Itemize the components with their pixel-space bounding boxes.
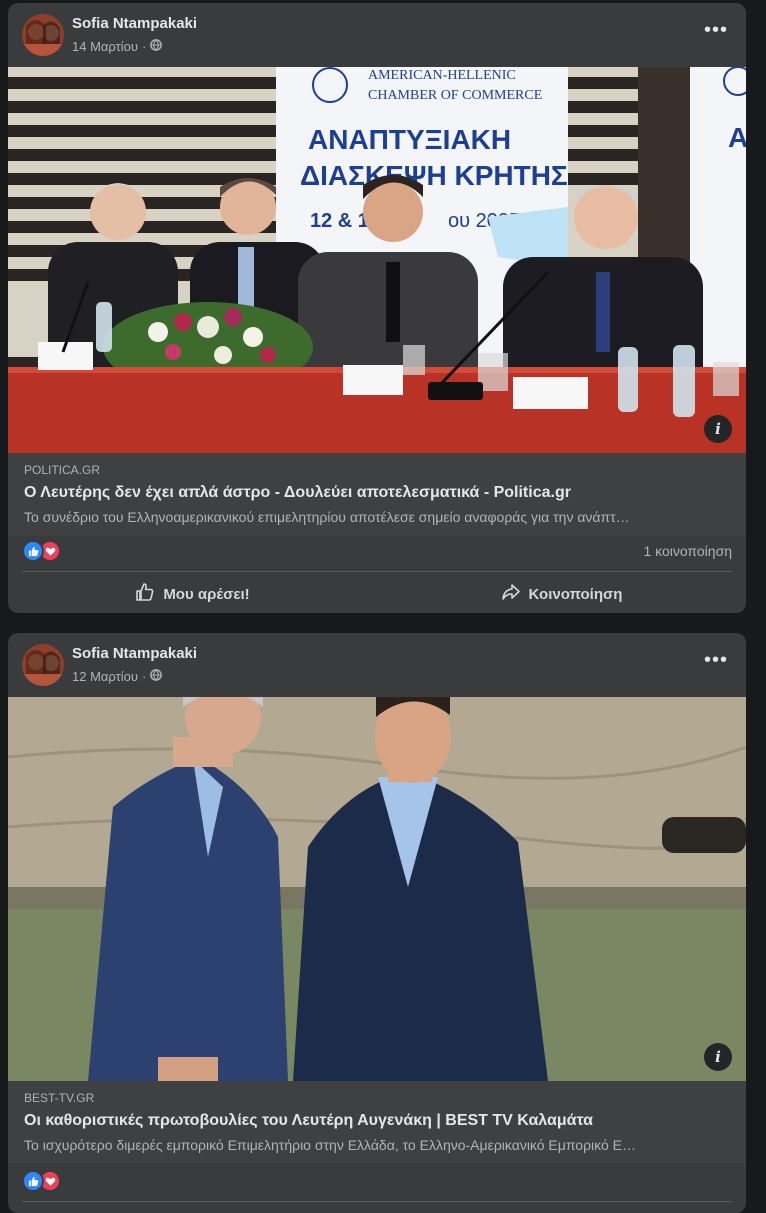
separator-dot: · — [142, 39, 147, 54]
globe-icon — [150, 39, 163, 54]
link-preview[interactable]: BEST-TV.GR Οι καθοριστικές πρωτοβουλίες … — [8, 1081, 746, 1163]
like-button[interactable]: Μου αρέσει! — [8, 575, 377, 613]
banner-dates-left: 12 & 1 — [310, 210, 369, 232]
divider — [22, 571, 732, 572]
separator-dot: · — [142, 669, 147, 684]
author-name[interactable]: Sofia Ntampakaki — [72, 15, 197, 32]
link-domain: POLITICA.GR — [24, 463, 101, 477]
post-header: Sofia Ntampakaki 12 Μαρτίου · ••• — [8, 633, 746, 697]
like-reaction-icon — [22, 1170, 44, 1192]
info-icon[interactable]: i — [704, 415, 732, 443]
link-title[interactable]: Οι καθοριστικές πρωτοβουλίες του Λευτέρη… — [24, 1112, 593, 1130]
avatar[interactable] — [22, 14, 64, 56]
link-domain: BEST-TV.GR — [24, 1091, 95, 1105]
banner-org-line1: AMERICAN-HELLENIC — [368, 68, 516, 83]
link-description: Το συνέδριο του Ελληνοαμερικανικού επιμε… — [24, 509, 630, 525]
post-card: Sofia Ntampakaki 14 Μαρτίου · ••• AMERIC… — [8, 3, 746, 613]
banner-title-line2: ΔΙΑΣΚΕΨΗ ΚΡΗΤΗΣ — [300, 160, 568, 191]
banner-title-line1: ΑΝΑΠΤΥΞΙΑΚΗ — [308, 124, 511, 155]
info-icon[interactable]: i — [704, 1043, 732, 1071]
banner-right-fragment: Α — [728, 122, 746, 153]
post-header: Sofia Ntampakaki 14 Μαρτίου · ••• — [8, 3, 746, 67]
like-reaction-icon — [22, 540, 44, 562]
globe-icon — [150, 669, 163, 684]
share-label: Κοινοποίηση — [528, 585, 623, 603]
banner-org-line2: CHAMBER OF COMMERCE — [368, 88, 542, 103]
more-options-icon[interactable]: ••• — [700, 20, 732, 49]
share-arrow-icon — [501, 582, 521, 606]
reactions-summary[interactable] — [22, 540, 61, 562]
post-date[interactable]: 14 Μαρτίου — [72, 39, 138, 54]
link-title[interactable]: Ο Λευτέρης δεν έχει απλά άστρο - Δουλεύε… — [24, 484, 571, 502]
share-button[interactable]: Κοινοποίηση — [377, 575, 746, 613]
like-label: Μου αρέσει! — [163, 585, 250, 603]
more-options-icon[interactable]: ••• — [700, 650, 732, 679]
post-meta: 12 Μαρτίου · — [72, 669, 163, 684]
avatar[interactable] — [22, 644, 64, 686]
share-count[interactable]: 1 κοινοποίηση — [643, 543, 732, 559]
post-photo[interactable]: i — [8, 697, 746, 1081]
link-description: Το ισχυρότερο διμερές εμπορικό Επιμελητή… — [24, 1137, 637, 1153]
divider — [22, 1201, 732, 1202]
post-photo[interactable]: AMERICAN-HELLENIC CHAMBER OF COMMERCE ΑΝ… — [8, 67, 746, 453]
author-name[interactable]: Sofia Ntampakaki — [72, 645, 197, 662]
action-bar: Μου αρέσει! Κοινοποίηση — [8, 575, 746, 613]
link-preview[interactable]: POLITICA.GR Ο Λευτέρης δεν έχει απλά άστ… — [8, 453, 746, 536]
post-meta: 14 Μαρτίου · — [72, 39, 163, 54]
reactions-summary[interactable] — [22, 1170, 61, 1192]
post-card: Sofia Ntampakaki 12 Μαρτίου · ••• i BEST… — [8, 633, 746, 1213]
thumbs-up-icon — [135, 582, 155, 606]
post-date[interactable]: 12 Μαρτίου — [72, 669, 138, 684]
